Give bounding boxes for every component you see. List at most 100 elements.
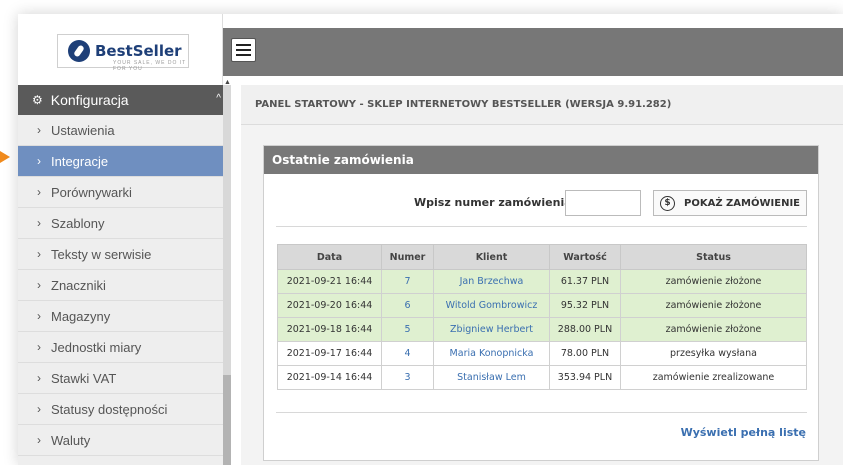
table-row: 2021-09-14 16:44 3 Stanisław Lem 353.94 … [277,365,807,390]
order-client-link[interactable]: Zbigniew Herbert [433,317,550,342]
order-date: 2021-09-14 16:44 [277,365,382,390]
panel-title: Ostatnie zamówienia [264,146,818,174]
brand-name: BestSeller [95,42,182,60]
logo-icon [68,40,90,62]
chevron-right-icon: › [37,247,41,261]
sidebar-item-porownywarki[interactable]: › Porównywarki [18,177,231,208]
order-date: 2021-09-17 16:44 [277,341,382,366]
order-date: 2021-09-21 16:44 [277,269,382,294]
chevron-right-icon: › [37,185,41,199]
table-row: 2021-09-18 16:44 5 Zbigniew Herbert 288.… [277,317,807,342]
order-search-row: Wpisz numer zamówienia: $ POKAŻ ZAMÓWIEN… [264,188,820,216]
sidebar-item-label: Stawki VAT [51,370,117,386]
top-bar [223,28,843,76]
sidebar-item-jednostki-miary[interactable]: › Jednostki miary [18,332,231,363]
sidebar-item-label: Statusy dostępności [51,401,168,417]
chevron-right-icon: › [37,402,41,416]
chevron-right-icon: › [37,309,41,323]
sidebar-item-label: Porównywarki [51,184,132,200]
table-row: 2021-09-17 16:44 4 Maria Konopnicka 78.0… [277,341,807,366]
order-status: zamówienie złożone [620,269,807,294]
sidebar-item-teksty[interactable]: › Teksty w serwisie [18,239,231,270]
page-title: PANEL STARTOWY - SKLEP INTERNETOWY BESTS… [241,85,843,125]
sidebar-item-label: Znaczniki [51,277,106,293]
dollar-coin-icon: $ [660,195,675,211]
chevron-right-icon: › [37,278,41,292]
hamburger-icon [236,44,251,46]
bestseller-logo[interactable]: BestSeller YOUR SALE, WE DO IT FOR YOU [57,34,189,72]
divider [276,226,807,227]
sidebar-item-label: Teksty w serwisie [51,246,152,262]
chevron-right-icon: › [37,371,41,385]
sidebar-section-label: Konfiguracja [50,92,129,108]
order-number-input[interactable] [565,190,641,216]
chevron-right-icon: › [37,340,41,354]
chevron-right-icon: › [37,216,41,230]
recent-orders-panel: Ostatnie zamówienia Wpisz numer zamówien… [263,145,819,461]
chevron-right-icon: › [37,433,41,447]
order-number-link[interactable]: 5 [381,317,434,342]
column-header-data: Data [277,244,382,270]
sidebar-item-label: Jednostki miary [51,339,142,355]
order-number-link[interactable]: 6 [381,293,434,318]
show-order-button-label: POKAŻ ZAMÓWIENIE [684,197,800,209]
order-client-link[interactable]: Jan Brzechwa [433,269,550,294]
order-client-link[interactable]: Maria Konopnicka [433,341,550,366]
sidebar-item-label: Waluty [51,432,91,448]
scroll-up-icon[interactable]: ▲ [224,79,231,86]
order-value: 95.32 PLN [549,293,621,318]
logo-area: BestSeller YOUR SALE, WE DO IT FOR YOU [18,14,223,85]
sidebar: ⚙ Konfiguracja ^ › Ustawienia › Integracje… [18,85,231,465]
chevron-right-icon: › [37,123,41,137]
order-status: zamówienie złożone [620,317,807,342]
sidebar-item-stawki-vat[interactable]: › Stawki VAT [18,363,231,394]
main-content: PANEL STARTOWY - SKLEP INTERNETOWY BESTS… [241,85,843,465]
order-status: zamówienie złożone [620,293,807,318]
sidebar-item-ustawienia[interactable]: › Ustawienia [18,115,231,146]
order-number-link[interactable]: 7 [381,269,434,294]
table-row: 2021-09-20 16:44 6 Witold Gombrowicz 95.… [277,293,807,318]
column-header-numer: Numer [381,244,434,270]
active-item-indicator [0,151,10,163]
sidebar-item-szablony[interactable]: › Szablony [18,208,231,239]
order-value: 78.00 PLN [549,341,621,366]
order-client-link[interactable]: Stanisław Lem [433,365,550,390]
show-full-list-link[interactable]: Wyświetl pełną listę [681,426,806,439]
column-header-klient: Klient [433,244,550,270]
order-value: 61.37 PLN [549,269,621,294]
order-value: 288.00 PLN [549,317,621,342]
table-row: 2021-09-21 16:44 7 Jan Brzechwa 61.37 PL… [277,269,807,294]
orders-table: Data Numer Klient Wartość Status 2021-09… [277,244,807,390]
sidebar-item-label: Ustawienia [51,122,115,138]
order-number-link[interactable]: 3 [381,365,434,390]
order-status: przesyłka wysłana [620,341,807,366]
scrollbar-thumb[interactable] [223,375,231,465]
brand-tagline: YOUR SALE, WE DO IT FOR YOU [113,60,187,72]
sidebar-item-znaczniki[interactable]: › Znaczniki [18,270,231,301]
sidebar-scrollbar[interactable]: ▲ [223,79,231,465]
divider [276,412,807,413]
order-client-link[interactable]: Witold Gombrowicz [433,293,550,318]
sidebar-item-label: Szablony [51,215,105,231]
sidebar-item-magazyny[interactable]: › Magazyny [18,301,231,332]
sidebar-item-label: Magazyny [51,308,111,324]
table-header-row: Data Numer Klient Wartość Status [277,244,807,270]
admin-window: BestSeller YOUR SALE, WE DO IT FOR YOU ⚙… [18,14,843,465]
chevron-right-icon: › [37,154,41,168]
order-number-label: Wpisz numer zamówienia: [414,196,577,209]
sidebar-item-waluty[interactable]: › Waluty [18,425,231,456]
menu-toggle-button[interactable] [231,38,256,62]
order-date: 2021-09-20 16:44 [277,293,382,318]
sidebar-item-statusy[interactable]: › Statusy dostępności [18,394,231,425]
gears-icon: ⚙ [32,93,43,107]
show-order-button[interactable]: $ POKAŻ ZAMÓWIENIE [653,190,807,216]
sidebar-section-konfiguracja[interactable]: ⚙ Konfiguracja ^ [18,85,231,115]
chevron-up-icon: ^ [216,93,221,104]
column-header-status: Status [620,244,807,270]
column-header-wartosc: Wartość [549,244,621,270]
sidebar-item-integracje[interactable]: › Integracje [18,146,231,177]
order-date: 2021-09-18 16:44 [277,317,382,342]
sidebar-item-label: Integracje [51,153,109,169]
order-number-link[interactable]: 4 [381,341,434,366]
order-status: zamówienie zrealizowane [620,365,807,390]
